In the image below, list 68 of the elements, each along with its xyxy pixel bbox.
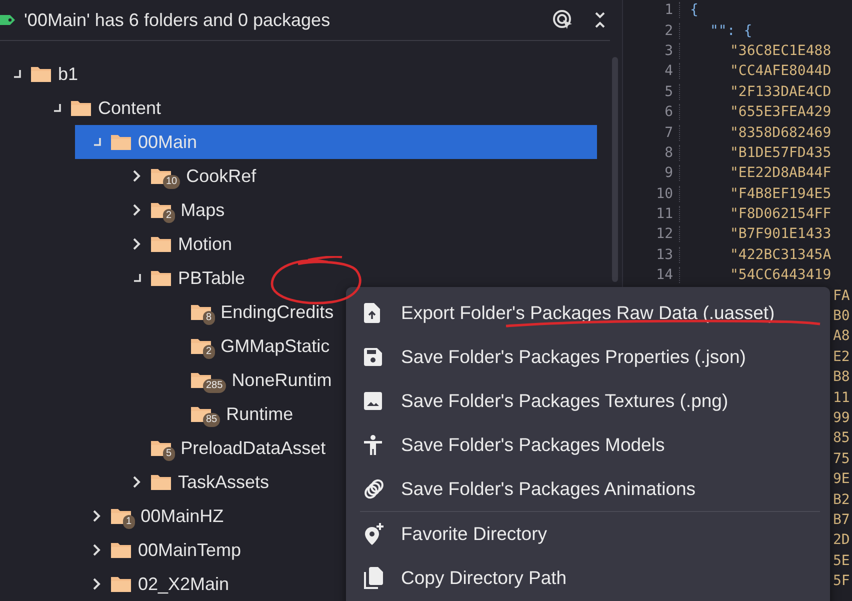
code-text: "F4B8EF194E5	[729, 186, 832, 202]
code-text: 5E	[833, 552, 850, 569]
folder-name: CookRef	[186, 166, 256, 186]
code-text: "422BC31345A	[729, 246, 832, 263]
folder-name: Content	[98, 98, 162, 118]
code-text: "2F133DAE4CD	[729, 84, 832, 100]
code-text: "B1DE57FD435	[729, 144, 832, 161]
line-number: 6	[623, 104, 680, 120]
line-number: 8	[623, 144, 680, 161]
count-badge: 10	[163, 175, 180, 189]
code-text: B7	[833, 512, 850, 528]
count-badge: 285	[203, 379, 226, 393]
line-number: 14	[623, 267, 680, 284]
code-text: 9E	[833, 471, 850, 488]
code-text: 75	[833, 450, 850, 467]
folder-name: NoneRuntim	[232, 370, 332, 390]
folder-name: b1	[58, 64, 78, 84]
line-number: 9	[623, 165, 680, 182]
code-text: "": {	[709, 22, 752, 39]
line-number: 1	[623, 2, 680, 18]
count-badge: 5	[163, 447, 175, 461]
folder-name: PBTable	[178, 268, 246, 288]
code-text: E2	[833, 348, 850, 365]
code-text: "655E3FEA429	[729, 104, 832, 120]
folder-name: GMMapStatic	[220, 336, 330, 356]
code-text: "54CC6443419	[729, 267, 832, 284]
code-text: FA	[833, 288, 850, 304]
line-number: 2	[623, 22, 680, 39]
folder-name: 00MainTemp	[138, 540, 242, 560]
folder-name: Maps	[180, 200, 225, 220]
code-text: "F8D062154FF	[729, 206, 832, 222]
folder-name: 00Main	[138, 132, 198, 152]
code-text: "8358D682469	[729, 124, 832, 141]
code-text: 5F	[833, 573, 850, 590]
line-number: 12	[623, 226, 680, 242]
line-number: 10	[623, 186, 680, 202]
count-badge: 2	[163, 209, 175, 223]
folder-name: TaskAssets	[178, 472, 270, 492]
folder-name: EndingCredits	[220, 302, 334, 322]
count-badge: 85	[203, 413, 220, 427]
line-number: 5	[623, 84, 680, 100]
code-text: A8	[833, 328, 850, 344]
code-text: B2	[833, 492, 850, 508]
line-number: 7	[623, 124, 680, 141]
code-text: {	[689, 2, 698, 18]
folder-name: Motion	[178, 234, 232, 254]
folder-name: 00MainHZ	[140, 506, 224, 526]
code-text: B8	[833, 369, 850, 386]
count-badge: 8	[203, 311, 215, 325]
line-number: 13	[623, 246, 680, 263]
header-title: '00Main' has 6 folders and 0 packages	[24, 10, 332, 30]
line-number: 3	[623, 42, 680, 59]
line-number: 4	[623, 63, 680, 80]
code-text: 11	[833, 390, 850, 406]
code-text: "36C8EC1E488	[729, 42, 832, 59]
count-badge: 1	[123, 515, 135, 529]
code-text: "B7F901E1433	[729, 226, 832, 242]
code-text: 2D	[833, 532, 850, 548]
code-text: "CC4AFE8044D	[729, 63, 832, 80]
line-number: 11	[623, 206, 680, 222]
folder-name: Runtime	[226, 404, 294, 424]
folder-name: 02_X2Main	[138, 574, 230, 594]
code-text: 99	[833, 410, 850, 426]
folder-name: PreloadDataAsset	[180, 438, 326, 458]
count-badge: 2	[203, 345, 215, 359]
code-text: 85	[833, 430, 850, 446]
code-text: B0	[833, 308, 850, 324]
code-text: "EE22D8AB44F	[729, 165, 832, 182]
